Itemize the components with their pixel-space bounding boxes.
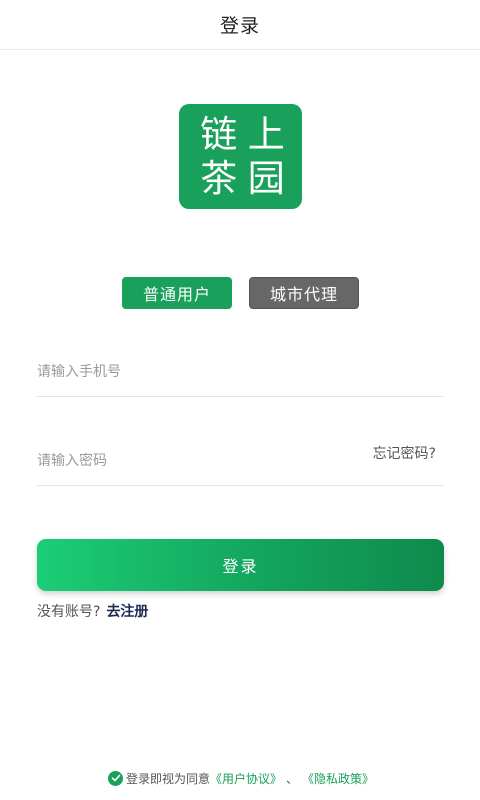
- phone-input[interactable]: [37, 359, 337, 385]
- register-question: 没有账号?: [37, 604, 101, 620]
- city-agent-tab[interactable]: 城市代理: [249, 277, 359, 309]
- register-row: 没有账号? 去注册: [37, 601, 148, 621]
- app-header: 登录: [0, 0, 480, 50]
- login-page: 登录 链 上 茶 园 普通用户 城市代理 忘记密码? 登录 没有账号? 去注册 …: [0, 0, 480, 800]
- phone-field: [37, 347, 444, 397]
- agreement-separator: 、: [286, 771, 299, 786]
- password-field: 忘记密码?: [37, 436, 444, 486]
- agreement-prefix: 登录即视为同意: [126, 771, 211, 786]
- register-link[interactable]: 去注册: [106, 601, 148, 621]
- password-input[interactable]: [37, 448, 337, 474]
- checkmark-icon: [111, 774, 120, 782]
- logo-char: 链: [200, 113, 238, 156]
- user-agreement-link[interactable]: 《用户协议》: [210, 770, 282, 787]
- login-button[interactable]: 登录: [37, 539, 444, 591]
- privacy-policy-link[interactable]: 《隐私政策》: [302, 770, 374, 787]
- logo-char: 茶: [200, 157, 238, 200]
- agreement-checkbox[interactable]: [108, 770, 123, 786]
- logo-char: 上: [247, 113, 285, 156]
- app-logo: 链 上 茶 园: [179, 104, 302, 209]
- page-title: 登录: [219, 15, 260, 37]
- normal-user-tab[interactable]: 普通用户: [122, 277, 232, 309]
- logo-char: 园: [247, 157, 285, 200]
- forgot-password-link[interactable]: 忘记密码?: [373, 443, 436, 463]
- agreement-row: 登录即视为同意 《用户协议》 、 《隐私政策》: [108, 769, 374, 787]
